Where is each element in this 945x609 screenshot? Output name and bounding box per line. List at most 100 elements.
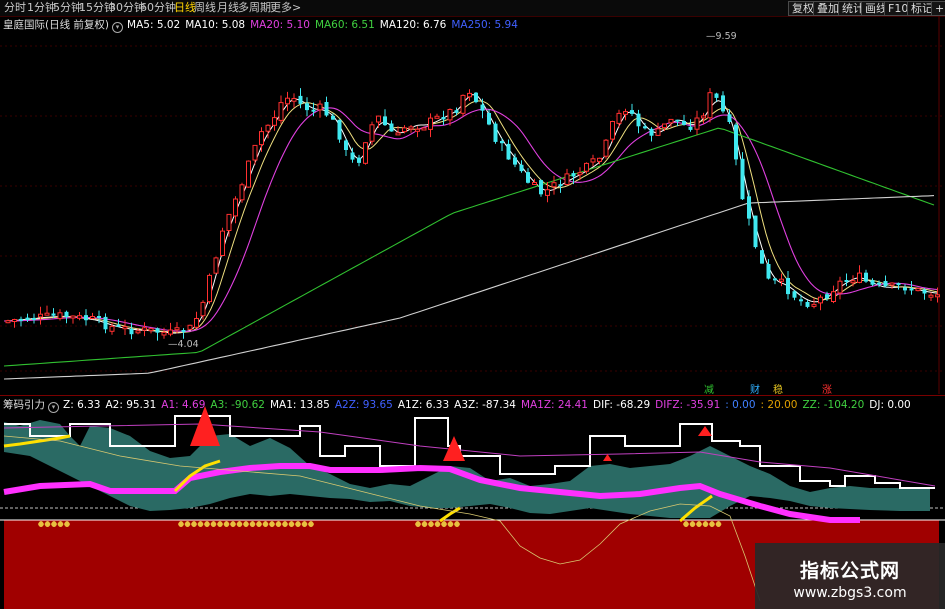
candle-up: [265, 124, 271, 132]
candle-up: [90, 316, 95, 319]
settings-icon[interactable]: ▾: [112, 22, 124, 33]
candle-up: [831, 291, 836, 303]
indicator-legend-item: A3Z: -87.34: [454, 399, 516, 411]
candle-down: [539, 180, 543, 195]
candle-down: [357, 157, 361, 163]
main-legend-item: MA10: 5.08: [185, 19, 246, 31]
candle-up: [935, 294, 940, 298]
candle-down: [877, 282, 881, 285]
candle-down: [682, 121, 686, 125]
period-tab-10[interactable]: 更多>: [270, 1, 301, 15]
indicator-legend-item: DJ: 0.00: [869, 399, 911, 411]
candle-down: [155, 328, 160, 333]
candle-up: [168, 329, 173, 335]
candle-up: [915, 288, 921, 292]
candle-down: [825, 294, 829, 299]
candle-down: [116, 324, 121, 327]
candle-up: [564, 173, 570, 185]
candlestick-chart[interactable]: [0, 16, 945, 394]
period-tab-1[interactable]: 1分钟: [27, 1, 56, 15]
candle-up: [590, 158, 596, 163]
candle-down: [714, 93, 719, 98]
candle-up: [460, 94, 466, 114]
indicator-legend-item: A2Z: 93.65: [334, 399, 393, 411]
period-tab-8[interactable]: 月线: [217, 1, 239, 15]
candle-up: [5, 320, 11, 324]
candle-down: [799, 299, 803, 302]
period-tab-7[interactable]: 周线: [194, 1, 216, 15]
candle-down: [441, 117, 446, 120]
indicator-legend-item: : 20.00: [760, 399, 798, 411]
candle-down: [734, 124, 738, 160]
main-legend-item: MA250: 5.94: [451, 19, 518, 31]
candle-up: [551, 182, 557, 188]
candle-down: [64, 311, 69, 318]
candle-up: [200, 301, 206, 317]
candle-up: [707, 92, 713, 119]
candle-down: [493, 123, 498, 142]
period-tab-2[interactable]: 5分钟: [53, 1, 82, 15]
ma120-line: [3, 195, 935, 380]
period-tab-0[interactable]: 分时: [4, 1, 26, 15]
candle-down: [454, 110, 459, 113]
candle-up: [818, 296, 823, 304]
indicator-legend-item: A3: -90.62: [210, 399, 265, 411]
candle-down: [649, 128, 654, 136]
candle-down: [675, 119, 680, 122]
candle-down: [129, 328, 134, 335]
indicator-legend-item: ZZ: -104.20: [802, 399, 865, 411]
toolbar-button-6[interactable]: +自: [931, 1, 945, 16]
candle-up: [421, 127, 427, 131]
red-spike: [603, 454, 612, 461]
candle-down: [32, 318, 36, 320]
candle-up: [701, 115, 706, 119]
indicator-legend-item: Z: 6.33: [63, 399, 101, 411]
candle-down: [922, 289, 927, 294]
indicator-legend-item: A1: 4.69: [161, 399, 206, 411]
candle-up: [252, 144, 258, 161]
candle-down: [51, 313, 56, 316]
candle-up: [603, 139, 609, 157]
indicator-legend-title: 筹码引力: [3, 399, 45, 411]
candle-up: [694, 117, 700, 130]
candle-up: [317, 103, 323, 111]
candle-down: [792, 291, 797, 298]
candle-down: [805, 302, 810, 307]
candle-up: [161, 331, 167, 336]
candle-down: [870, 280, 875, 285]
candle-up: [70, 315, 76, 319]
low-price-value: 4.04: [177, 339, 199, 350]
candle-down: [25, 317, 30, 321]
period-tab-9[interactable]: 多周期: [238, 1, 271, 15]
period-toolbar: 分时 1分钟 5分钟 15分钟 30分钟 60分钟 日线 周线 月线 多周期 更多> 复权 叠加 统计 画线…: [0, 0, 945, 17]
main-legend-item: MA120: 6.76: [379, 19, 447, 31]
candle-down: [84, 315, 88, 321]
candle-down: [643, 126, 647, 129]
candle-up: [246, 160, 251, 188]
candle-down: [844, 280, 849, 282]
candle-down: [896, 283, 901, 286]
candle-down: [383, 116, 387, 126]
candle-down: [324, 102, 329, 116]
candle-up: [77, 315, 82, 319]
period-tab-6[interactable]: 日线: [174, 1, 196, 15]
candle-up: [408, 126, 414, 130]
main-legend-item: MA60: 6.51: [314, 19, 375, 31]
settings-icon[interactable]: ▾: [48, 402, 59, 413]
chip-area: [4, 420, 930, 518]
red-spike: [698, 426, 712, 436]
candle-down: [727, 114, 732, 122]
candle-up: [44, 312, 50, 316]
candle-down: [331, 115, 335, 120]
candle-down: [181, 330, 186, 333]
candle-down: [571, 173, 576, 177]
candle-up: [811, 303, 817, 307]
candle-up: [291, 98, 297, 102]
candle-up: [928, 294, 934, 298]
indicator-legend-item: DIF: -68.29: [593, 399, 651, 411]
period-tab-5[interactable]: 60分钟: [140, 1, 176, 15]
candle-up: [239, 184, 245, 201]
candle-up: [532, 182, 537, 185]
indicator-legend-item: MA1Z: 24.41: [520, 399, 588, 411]
candle-up: [233, 198, 238, 217]
